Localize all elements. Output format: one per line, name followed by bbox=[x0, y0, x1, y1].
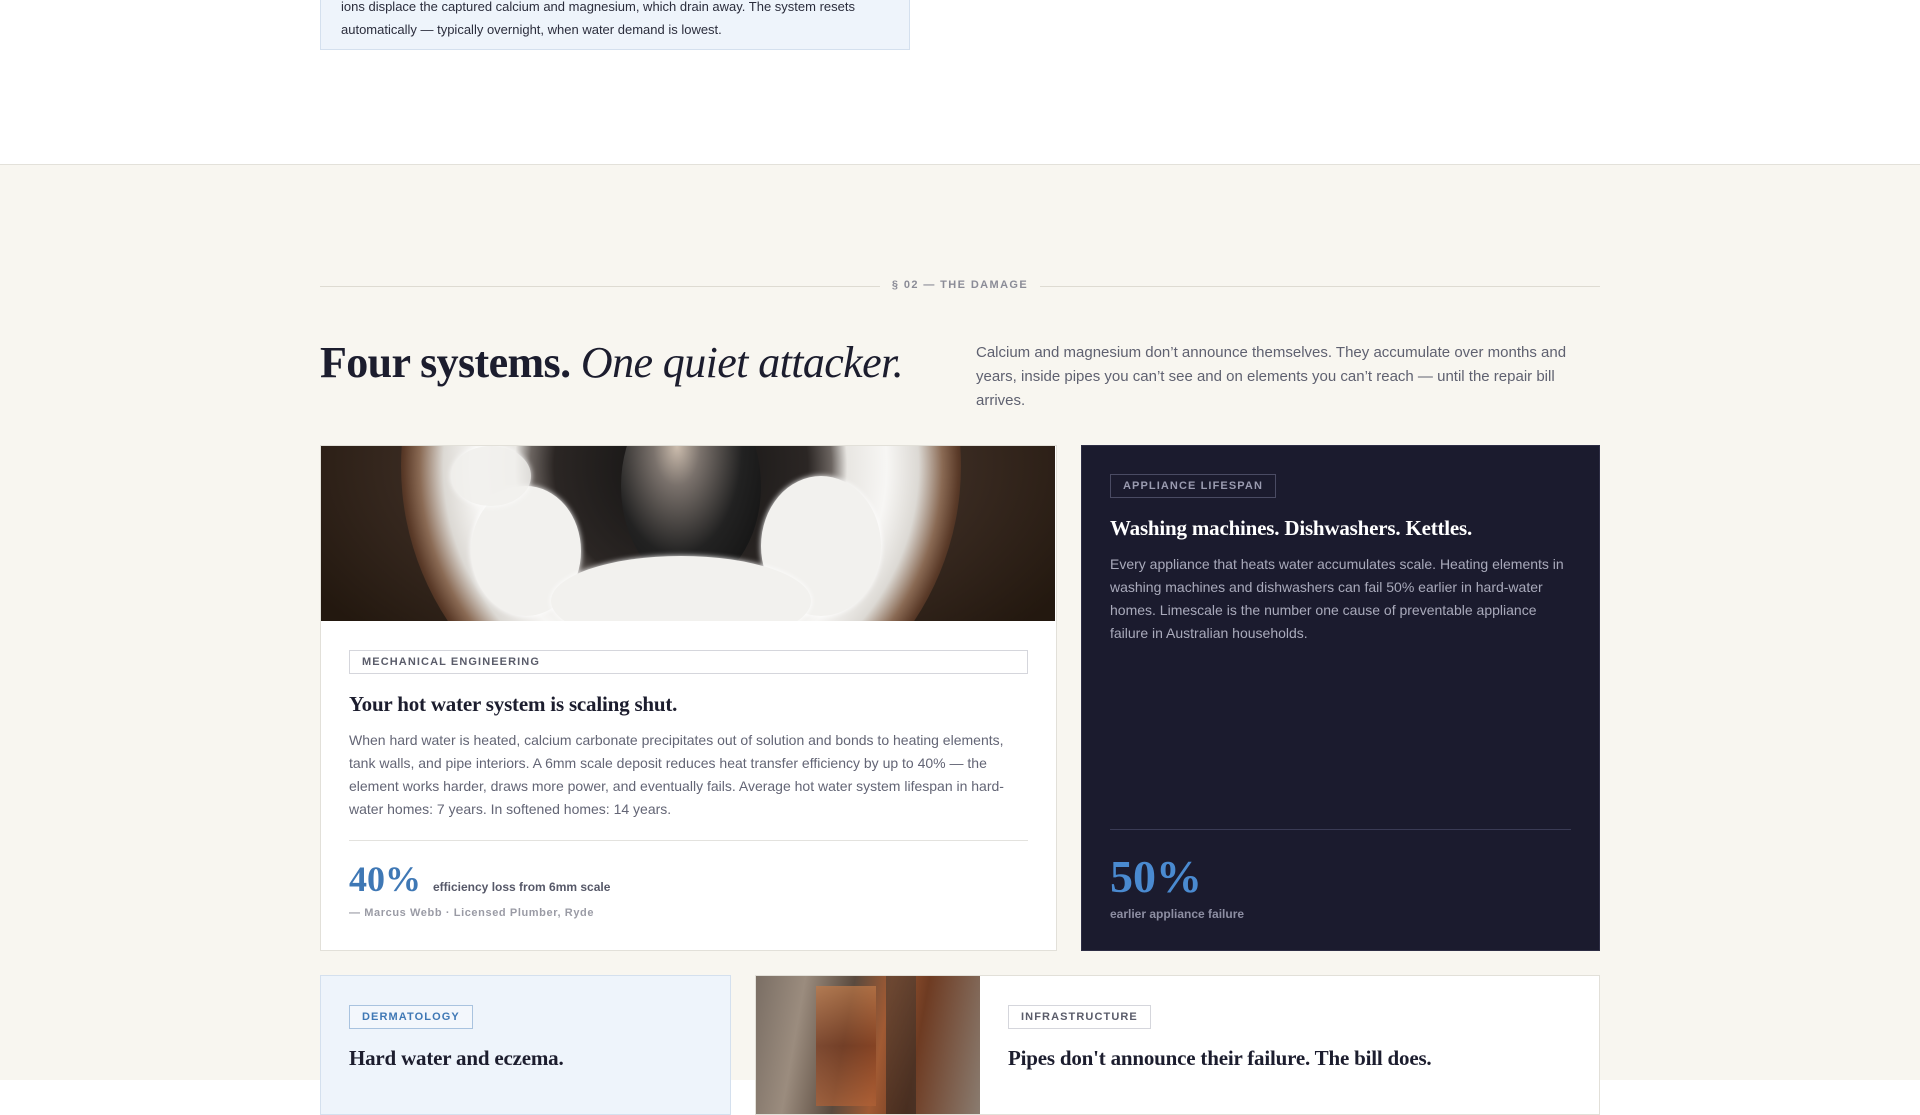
tag-dermatology: DERMATOLOGY bbox=[349, 1005, 473, 1029]
headline-italic: One quiet attacker. bbox=[580, 338, 904, 387]
hot-water-stat-label: efficiency loss from 6mm scale bbox=[433, 880, 611, 894]
hot-water-title: Your hot water system is scaling shut. bbox=[349, 692, 678, 716]
hot-water-attribution: — Marcus Webb · Licensed Plumber, Ryde bbox=[349, 907, 595, 919]
appliance-body: Every appliance that heats water accumul… bbox=[1110, 556, 1564, 641]
appliance-stat-value: 50% bbox=[1110, 851, 1202, 902]
headline-bold: Four systems. bbox=[320, 338, 571, 387]
hot-water-body: When hard water is heated, calcium carbo… bbox=[349, 732, 1004, 817]
corroded-pipe-photo bbox=[756, 976, 980, 1114]
section-intro: Calcium and magnesium don’t announce the… bbox=[976, 344, 1567, 409]
tag-infrastructure: INFRASTRUCTURE bbox=[1008, 1005, 1151, 1029]
infrastructure-card: INFRASTRUCTURE Pipes don't announce thei… bbox=[755, 975, 1600, 1115]
dermatology-title: Hard water and eczema. bbox=[349, 1046, 564, 1070]
appliance-divider bbox=[1110, 829, 1571, 830]
appliance-stat-label: earlier appliance failure bbox=[1110, 907, 1245, 921]
hot-water-divider bbox=[349, 840, 1028, 841]
previous-callout: ions displace the captured calcium and m… bbox=[320, 0, 910, 50]
scaled-pipe-photo bbox=[321, 446, 1055, 621]
dermatology-card: DERMATOLOGY Hard water and eczema. bbox=[320, 975, 731, 1115]
infrastructure-title: Pipes don't announce their failure. The … bbox=[1008, 1046, 1432, 1070]
hot-water-stat-value: 40% bbox=[349, 859, 421, 899]
callout-line-2: automatically — typically overnight, whe… bbox=[341, 22, 722, 37]
tag-mechanical-engineering: MECHANICAL ENGINEERING bbox=[349, 650, 1028, 674]
section-eyebrow: § 02 — THE DAMAGE bbox=[320, 277, 1600, 297]
eyebrow-rule-right bbox=[1040, 286, 1600, 287]
callout-line-1: ions displace the captured calcium and m… bbox=[341, 0, 855, 14]
previous-section: ions displace the captured calcium and m… bbox=[0, 0, 1920, 164]
appliance-title: Washing machines. Dishwashers. Kettles. bbox=[1110, 516, 1473, 540]
eyebrow-label: § 02 — THE DAMAGE bbox=[891, 279, 1029, 291]
appliance-card: APPLIANCE LIFESPAN Washing machines. Dis… bbox=[1081, 445, 1600, 951]
section-headline: Four systems. One quiet attacker. bbox=[320, 337, 904, 388]
tag-appliance-lifespan: APPLIANCE LIFESPAN bbox=[1110, 474, 1276, 498]
